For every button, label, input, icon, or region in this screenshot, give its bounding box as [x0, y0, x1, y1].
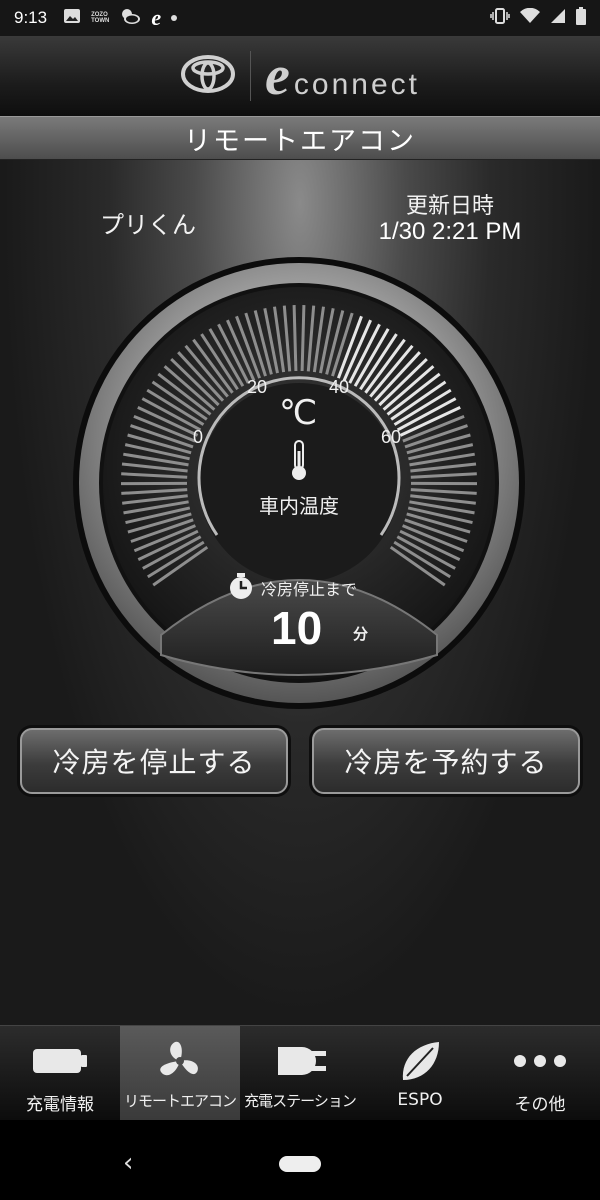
gauge-tick-label-40: 40 [329, 377, 350, 397]
gauge-tick-label-20: 20 [247, 377, 268, 397]
fan-icon [157, 1038, 203, 1084]
more-icon [512, 1038, 568, 1084]
timer-unit: 分 [353, 625, 369, 643]
cabin-temperature-label: 車内温度 [259, 494, 339, 518]
reserve-cooling-button[interactable]: 冷房を予約する [312, 728, 580, 794]
home-pill-button[interactable] [279, 1156, 321, 1172]
battery-icon [32, 1038, 88, 1084]
weather-icon [119, 7, 141, 29]
nav-item-more[interactable]: その他 [480, 1026, 600, 1120]
leaf-icon [397, 1038, 443, 1084]
update-time-label: 更新日時 [405, 194, 494, 219]
temperature-gauge: 0 20 40 60 ℃ 車内温度 冷房停止まで 10 分 [71, 255, 527, 711]
nav-label-remote-aircon: リモートエアコン [123, 1092, 237, 1110]
stop-cooling-button-label: 冷房を停止する [52, 746, 256, 779]
update-time-value: 1/30 2:21 PM [378, 218, 522, 245]
temperature-unit: ℃ [279, 393, 318, 433]
nav-item-remote-aircon[interactable]: リモートエアコン [120, 1026, 240, 1120]
status-bar: 9:13 ZOZO TOWN e [0, 0, 600, 36]
vibrate-icon [490, 7, 510, 29]
system-navigation-bar: ‹ [0, 1120, 600, 1200]
screen-title-bar: リモートエアコン [0, 116, 600, 160]
more-notifications-icon [171, 15, 178, 21]
plug-icon [272, 1038, 328, 1084]
nav-label-more: その他 [514, 1095, 566, 1115]
back-icon[interactable]: ‹ [123, 1148, 133, 1178]
econnect-logo-e: e [265, 45, 290, 107]
nav-item-charging-info[interactable]: 充電情報 [0, 1026, 120, 1120]
zozo-text-2: TOWN [91, 18, 110, 24]
wifi-icon [520, 7, 540, 28]
bottom-navigation: 充電情報 リモートエアコン 充電ステーション ESPO その他 [0, 1025, 600, 1120]
econnect-logo-text: connect [293, 68, 420, 101]
econnect-logo: e connect [265, 48, 420, 104]
brand-divider [250, 51, 252, 101]
nav-label-charging-info: 充電情報 [26, 1095, 94, 1115]
brand-header: e connect [0, 36, 600, 116]
reserve-cooling-button-label: 冷房を予約する [344, 746, 548, 779]
gauge-tick-label-60: 60 [381, 427, 402, 447]
toyota-logo-icon [180, 54, 236, 98]
image-notification-icon [63, 8, 81, 28]
stop-cooling-button[interactable]: 冷房を停止する [20, 728, 288, 794]
nav-label-charging-station: 充電ステーション [244, 1092, 357, 1110]
zozotown-notification-icon: ZOZO TOWN [91, 12, 109, 24]
main-content: プリくん 更新日時 1/30 2:21 PM 0 20 40 60 ℃ 車内温度… [0, 160, 600, 1025]
battery-status-icon [576, 7, 586, 29]
timer-label: 冷房停止まで [261, 580, 358, 599]
e-connect-notification-icon: e [151, 5, 162, 30]
vehicle-name: プリくん [100, 211, 196, 239]
nav-item-espo[interactable]: ESPO [360, 1026, 480, 1120]
nav-item-charging-station[interactable]: 充電ステーション [240, 1026, 360, 1120]
status-time: 9:13 [14, 8, 48, 27]
timer-value: 10 [271, 602, 323, 654]
gauge-tick-label-0: 0 [193, 427, 204, 447]
cell-signal-icon [550, 8, 566, 28]
nav-label-espo: ESPO [397, 1090, 443, 1110]
screen-title: リモートエアコン [184, 125, 416, 157]
